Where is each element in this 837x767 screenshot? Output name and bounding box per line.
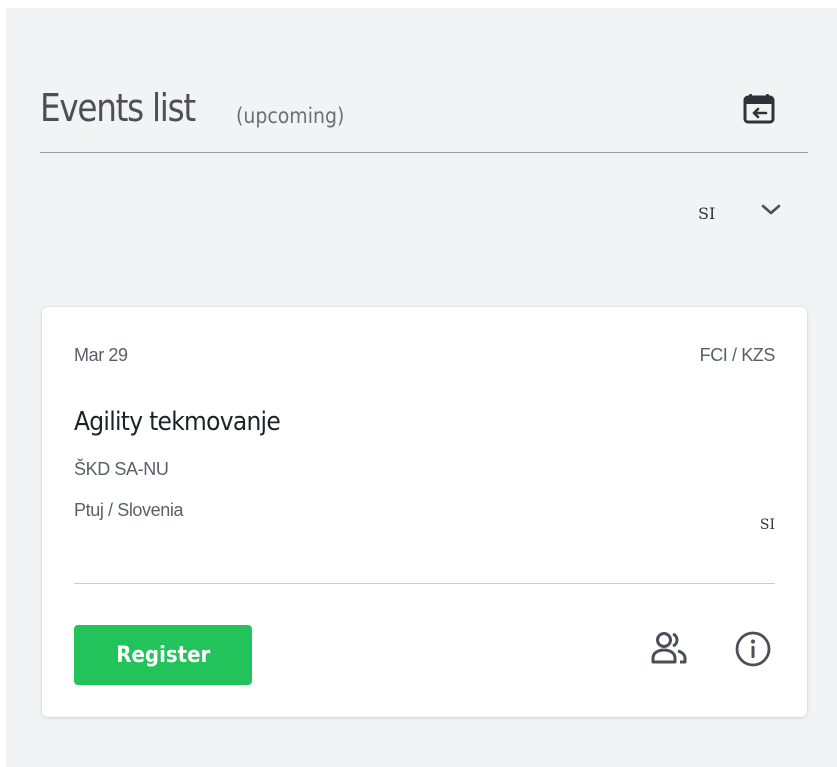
event-language: SI xyxy=(759,517,775,533)
event-organization: FCI / KZS xyxy=(699,345,776,365)
calendar-back-icon[interactable] xyxy=(739,88,779,128)
card-divider xyxy=(74,583,775,584)
event-card: Mar 29 FCI / KZS Agility tekmovanje ŠKD … xyxy=(42,307,807,717)
events-panel: Events list (upcoming) SI Mar 29 FCI / K… xyxy=(6,8,837,767)
event-date: Mar 29 xyxy=(74,345,128,365)
event-title: Agility tekmovanje xyxy=(74,407,281,437)
info-icon[interactable] xyxy=(733,629,773,669)
participants-icon[interactable] xyxy=(649,629,691,669)
page-title: Events list xyxy=(40,86,196,130)
language-select[interactable]: SI xyxy=(692,196,792,230)
event-club: ŠKD SA-NU xyxy=(74,459,169,479)
language-select-value: SI xyxy=(698,204,716,223)
register-button-label: Register xyxy=(115,642,211,668)
events-header: Events list (upcoming) xyxy=(40,80,808,153)
register-button[interactable]: Register xyxy=(74,625,252,685)
event-location: Ptuj / Slovenia xyxy=(74,500,184,520)
chevron-down-icon xyxy=(760,200,782,220)
page-subtitle: (upcoming) xyxy=(236,104,345,128)
